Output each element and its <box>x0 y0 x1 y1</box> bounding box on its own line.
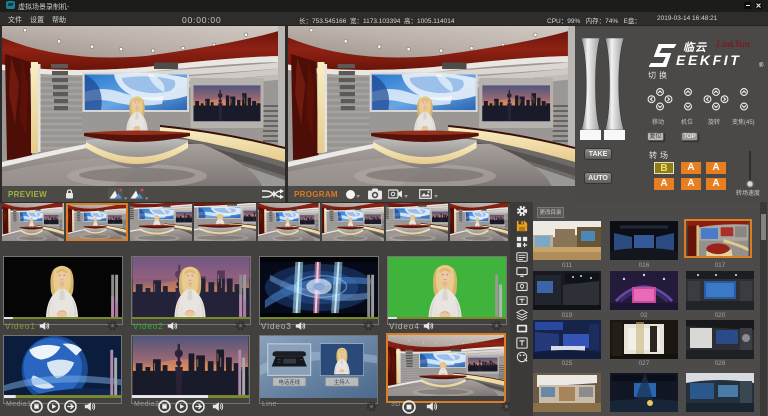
svg-text:EEKFIT: EEKFIT <box>676 52 741 68</box>
svg-text:主持人: 主持人 <box>334 378 351 386</box>
svg-text:®: ® <box>759 62 764 68</box>
svg-text:电话连线: 电话连线 <box>279 378 301 386</box>
